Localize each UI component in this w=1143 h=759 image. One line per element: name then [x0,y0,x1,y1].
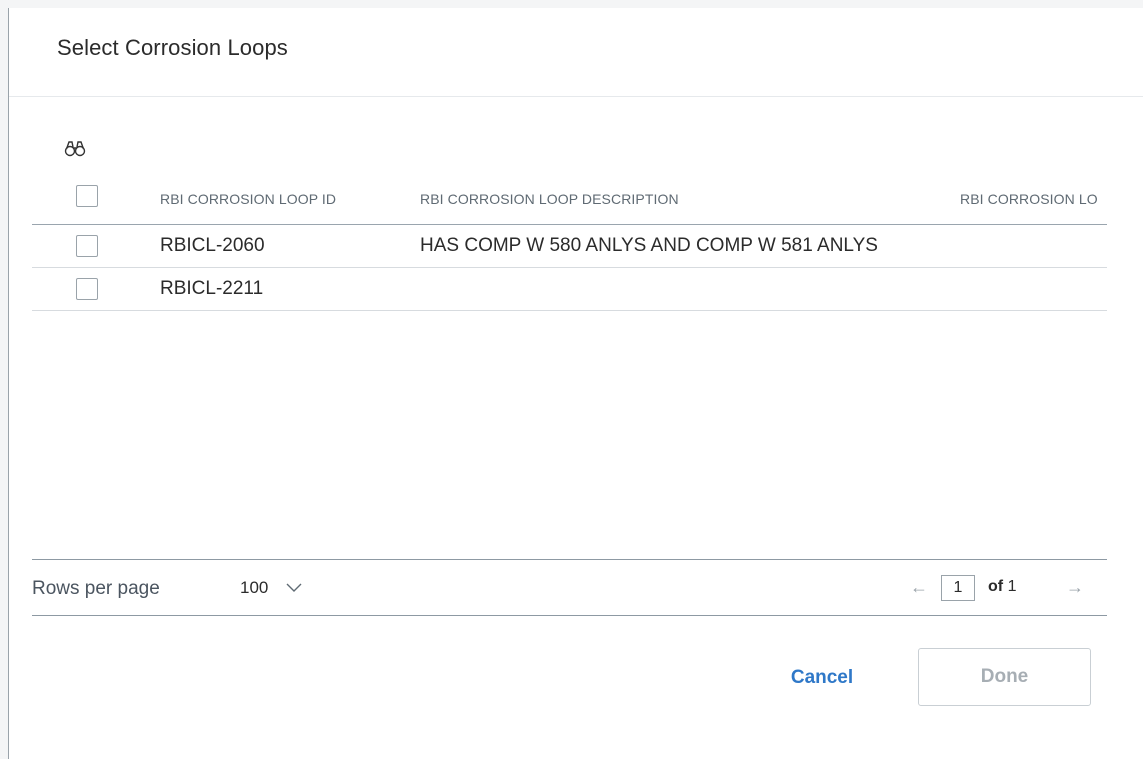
background-page-edge [0,0,8,759]
dialog-header: Select Corrosion Loops [9,8,1143,97]
pagination-bar: Rows per page 100 ← of 1 → [32,559,1107,616]
select-all-checkbox[interactable] [76,185,98,207]
binoculars-icon[interactable] [64,138,86,158]
cell-loop-description: HAS COMP W 580 ANLYS AND COMP W 581 ANLY… [420,235,878,256]
column-header-loop-extra[interactable]: RBI CORROSION LO [960,191,1107,207]
dialog-title: Select Corrosion Loops [57,35,288,60]
previous-page-arrow-icon[interactable]: ← [910,577,928,598]
next-page-arrow-icon[interactable]: → [1066,577,1084,598]
column-header-loop-id[interactable]: RBI CORROSION LOOP ID [160,191,336,207]
select-corrosion-loops-dialog: Select Corrosion Loops [8,8,1143,759]
corrosion-loops-grid: RBI CORROSION LOOP ID RBI CORROSION LOOP… [32,182,1107,311]
table-row[interactable]: RBICL-2211 [32,268,1107,311]
cell-loop-id: RBICL-2060 [160,235,265,256]
cell-loop-id: RBICL-2211 [160,278,264,299]
rows-per-page-value: 100 [240,578,269,597]
column-header-loop-description[interactable]: RBI CORROSION LOOP DESCRIPTION [420,191,679,207]
rows-per-page-label: Rows per page [32,578,160,599]
total-pages-label: of 1 [988,578,1017,595]
row-checkbox[interactable] [76,235,98,257]
chevron-down-icon [286,583,302,592]
table-header-row: RBI CORROSION LOOP ID RBI CORROSION LOOP… [32,182,1107,225]
row-checkbox[interactable] [76,278,98,300]
done-button[interactable]: Done [918,648,1091,706]
cancel-button[interactable]: Cancel [772,658,872,698]
page-number-input[interactable] [941,575,975,601]
rows-per-page-select[interactable]: 100 [240,576,302,600]
table-row[interactable]: RBICL-2060 HAS COMP W 580 ANLYS AND COMP… [32,225,1107,268]
